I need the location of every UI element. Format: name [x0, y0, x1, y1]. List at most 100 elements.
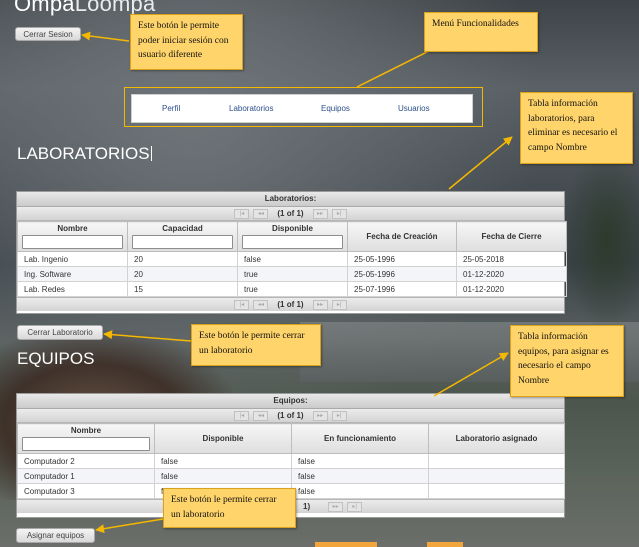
next-page-button[interactable]: ▸▸ [312, 299, 328, 310]
last-page-button[interactable]: ▸| [347, 501, 363, 512]
labs-col-capacidad[interactable]: Capacidad [127, 221, 238, 252]
table-cell: false [291, 483, 429, 499]
labs-col-fecha-creacion[interactable]: Fecha de Creación [347, 221, 457, 252]
labs-paginator-top: |◂ ◂◂ (1 of 1) ▸▸ ▸| [17, 207, 564, 221]
equipment-page-status: (1 of 1) [277, 411, 304, 420]
table-cell: 01-12-2020 [456, 281, 567, 297]
table-cell: 20 [127, 266, 238, 282]
first-page-button[interactable]: |◂ [234, 299, 250, 310]
table-cell: 25-05-1996 [347, 251, 457, 267]
menu-item-perfil[interactable]: Perfil [162, 104, 229, 113]
arrow-menu [356, 49, 432, 88]
table-cell: false [154, 453, 292, 469]
note-labs-table: Tabla información laboratorios, para eli… [520, 92, 633, 164]
labs-filter-capacidad[interactable] [132, 235, 233, 249]
labs-filter-nombre[interactable] [22, 235, 123, 249]
first-page-button[interactable]: |◂ [234, 410, 250, 421]
equipment-table-caption: Equipos: [17, 394, 564, 409]
table-row[interactable]: Computador 1 false false [17, 468, 565, 484]
equipment-col-en-funcionamiento[interactable]: En funcionamiento [291, 423, 429, 454]
table-cell [428, 468, 565, 484]
app-title-bold: Ompa [14, 0, 75, 16]
bottom-accent-1 [315, 542, 377, 547]
note-equipment-table: Tabla información equipos, para asignar … [510, 325, 624, 397]
table-cell: 15 [127, 281, 238, 297]
table-cell: Lab. Redes [17, 281, 128, 297]
logout-button[interactable]: Cerrar Sesion [15, 27, 81, 41]
table-cell [428, 483, 565, 499]
labs-table-panel: Laboratorios: |◂ ◂◂ (1 of 1) ▸▸ ▸| Nombr… [16, 191, 567, 314]
equipment-filter-nombre[interactable] [22, 437, 150, 451]
table-cell [428, 453, 565, 469]
table-cell: 25-07-1996 [347, 281, 457, 297]
prev-page-button[interactable]: ◂◂ [253, 208, 269, 219]
arrow-assign [95, 518, 164, 534]
prev-page-button[interactable]: ◂◂ [253, 410, 269, 421]
equipment-table-header-row: Nombre Disponible En funcionamiento Labo… [17, 423, 565, 454]
text-cursor [150, 146, 152, 161]
equipment-col-nombre[interactable]: Nombre [17, 423, 155, 454]
labs-col-disponible-label: Disponible [272, 224, 313, 233]
table-cell: false [291, 468, 429, 484]
note-assign: Este botón le permite cerrar un laborato… [163, 488, 296, 528]
labs-col-nombre[interactable]: Nombre [17, 221, 128, 252]
background-photo-trees [560, 150, 639, 330]
note-close-lab: Este botón le permite cerrar un laborato… [191, 324, 321, 366]
equipment-page-status-bottom: 1) [303, 502, 311, 511]
labs-col-disponible[interactable]: Disponible [237, 221, 348, 252]
table-row[interactable]: Lab. Redes 15 true 25-07-1996 01-12-2020 [17, 281, 567, 297]
table-row[interactable]: Lab. Ingenio 20 false 25-05-1996 25-05-2… [17, 251, 567, 267]
next-page-button[interactable]: ▸▸ [312, 410, 328, 421]
labs-table-header-row: Nombre Capacidad Disponible Fecha de Cre… [17, 221, 567, 252]
note-logout: Este botón le permite poder iniciar sesi… [130, 14, 243, 70]
labs-col-nombre-label: Nombre [57, 224, 88, 233]
table-cell: false [237, 251, 348, 267]
table-cell: 25-05-1996 [347, 266, 457, 282]
menu-item-equipos[interactable]: Equipos [321, 104, 398, 113]
menu-item-usuarios[interactable]: Usuarios [398, 104, 430, 113]
last-page-button[interactable]: ▸| [331, 208, 347, 219]
table-cell: Ing. Software [17, 266, 128, 282]
equipment-col-disponible[interactable]: Disponible [154, 423, 292, 454]
labs-paginator-bottom: |◂ ◂◂ (1 of 1) ▸▸ ▸| [17, 297, 564, 311]
arrow-labs-table [448, 136, 513, 190]
labs-table: Nombre Capacidad Disponible Fecha de Cre… [17, 221, 567, 297]
bottom-accent-2 [427, 542, 463, 547]
equipment-col-nombre-label: Nombre [70, 426, 102, 435]
prev-page-button[interactable]: ◂◂ [253, 299, 269, 310]
table-cell: 01-12-2020 [456, 266, 567, 282]
table-cell: 20 [127, 251, 238, 267]
labs-col-capacidad-label: Capacidad [162, 224, 203, 233]
table-cell: true [237, 281, 348, 297]
arrow-logout [81, 31, 130, 42]
menu-item-laboratorios[interactable]: Laboratorios [229, 104, 321, 113]
table-row[interactable]: Ing. Software 20 true 25-05-1996 01-12-2… [17, 266, 567, 282]
labs-section-title-text: LABORATORIOS [17, 144, 150, 163]
first-page-button[interactable]: |◂ [234, 208, 250, 219]
table-cell: Computador 3 [17, 483, 155, 499]
table-cell: true [237, 266, 348, 282]
table-cell: Computador 1 [17, 468, 155, 484]
equipment-paginator-top: |◂ ◂◂ (1 of 1) ▸▸ ▸| [17, 409, 564, 423]
labs-filter-disponible[interactable] [242, 235, 343, 249]
equipment-section-title: EQUIPOS [17, 349, 95, 368]
close-lab-button[interactable]: Cerrar Laboratorio [17, 325, 103, 340]
table-row[interactable]: Computador 2 false false [17, 453, 565, 469]
labs-table-caption: Laboratorios: [17, 192, 564, 207]
main-menu: Perfil Laboratorios Equipos Usuarios [131, 94, 473, 123]
labs-section-title: LABORATORIOS [17, 144, 152, 164]
table-cell: false [291, 453, 429, 469]
table-cell: Lab. Ingenio [17, 251, 128, 267]
assign-equipment-button[interactable]: Asignar equipos [16, 528, 95, 543]
labs-page-status-bottom: (1 of 1) [277, 300, 304, 309]
next-page-button[interactable]: ▸▸ [312, 208, 328, 219]
table-cell: Computador 2 [17, 453, 155, 469]
table-cell: false [154, 468, 292, 484]
last-page-button[interactable]: ▸| [331, 410, 347, 421]
labs-page-status: (1 of 1) [277, 209, 304, 218]
equipment-col-laboratorio-asignado[interactable]: Laboratorio asignado [428, 423, 565, 454]
next-page-button[interactable]: ▸▸ [328, 501, 344, 512]
last-page-button[interactable]: ▸| [331, 299, 347, 310]
labs-col-fecha-cierre[interactable]: Fecha de Cierre [456, 221, 567, 252]
note-menu: Menú Funcionalidades [424, 12, 538, 52]
